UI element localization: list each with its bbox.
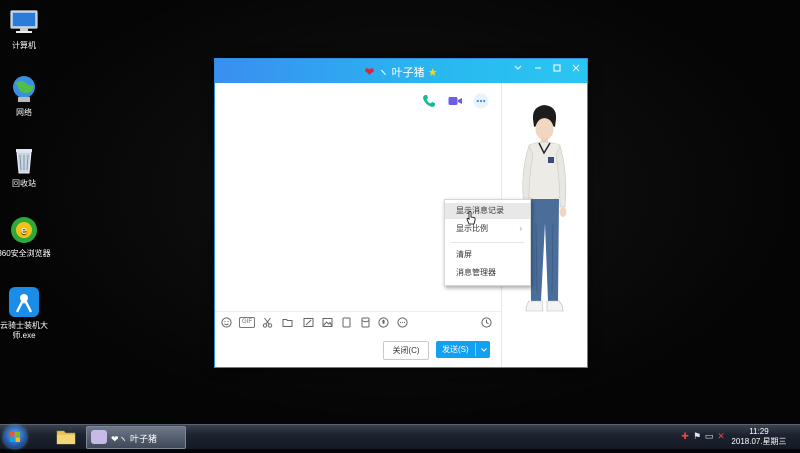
taskbar-task-label: ❤ヽ 叶子猪	[111, 434, 158, 444]
more-icon[interactable]	[473, 93, 489, 109]
menu-item-label: 消息管理器	[456, 268, 496, 277]
red-packet-icon[interactable]	[360, 317, 371, 328]
tray-app-icon[interactable]: ✚	[680, 431, 690, 441]
send-button-divider	[475, 343, 476, 356]
desktop-icon-label: 云骑士装机大师.exe	[0, 321, 48, 340]
close-button[interactable]: 关闭(C)	[383, 341, 429, 360]
clock-date: 2018.07.星期三	[731, 437, 787, 446]
menu-item-label: 显示消息记录	[456, 206, 504, 215]
desktop-icon-yunqishi[interactable]: 云骑士装机大师.exe	[0, 286, 56, 341]
minimize-icon[interactable]	[531, 63, 545, 77]
network-icon	[8, 73, 40, 105]
clock-time: 11:29	[749, 427, 769, 436]
send-button[interactable]: 发送(S)	[436, 341, 490, 358]
folder-icon[interactable]	[282, 317, 293, 328]
computer-icon	[8, 6, 40, 38]
input-toolbar: GIF	[215, 311, 501, 332]
menu-item-show-history[interactable]: 显示消息记录	[445, 203, 530, 219]
flag-icon[interactable]: ⚑	[692, 431, 702, 441]
video-icon[interactable]	[447, 93, 463, 109]
yunqishi-icon	[8, 286, 40, 318]
chat-title-text: ヽ 叶子猪	[377, 67, 425, 79]
desktop-icon-network[interactable]: 网络	[0, 73, 56, 118]
start-button[interactable]	[4, 426, 26, 448]
heart-icon: ❤	[364, 65, 375, 79]
gif-icon[interactable]: GIF	[239, 317, 255, 328]
desktop-icon-360-browser[interactable]: e 360安全浏览器	[0, 214, 56, 259]
send-button-label: 发送(S)	[442, 345, 469, 354]
desktop-icon-label: 计算机	[12, 41, 36, 50]
menu-item-label: 显示比例	[456, 224, 488, 233]
chat-window: ❤ ヽ 叶子猪 ★ GIF 关闭(C) 发送(S)	[214, 58, 588, 368]
windows-logo-icon	[10, 432, 20, 442]
menu-item-label: 清屏	[456, 250, 472, 259]
recycle-bin-icon	[8, 144, 40, 176]
phone-icon[interactable]	[421, 93, 437, 109]
battery-icon[interactable]: ▭	[704, 431, 714, 441]
desktop-icon-recycle-bin[interactable]: 回收站	[0, 144, 56, 189]
close-icon[interactable]	[569, 63, 583, 77]
star-icon: ★	[427, 67, 438, 79]
history-clock-icon[interactable]	[481, 317, 492, 328]
maximize-icon[interactable]	[550, 63, 564, 77]
chevron-down-icon[interactable]	[511, 63, 525, 77]
svg-text:e: e	[21, 225, 27, 237]
screen-icon[interactable]	[341, 317, 352, 328]
desktop-icon-label: 网络	[16, 108, 32, 117]
desktop-icon-label: 360安全浏览器	[0, 249, 51, 258]
menu-item-clear-screen[interactable]: 清屏	[445, 247, 530, 263]
voice-icon[interactable]	[378, 317, 389, 328]
taskbar: ❤ヽ 叶子猪 ✚ ⚑ ▭ ✕ 11:29 2018.07.星期三	[0, 424, 800, 449]
network-status-icon[interactable]: ✕	[716, 431, 726, 441]
file-explorer-taskbar-button[interactable]	[52, 427, 80, 447]
picture-icon[interactable]	[322, 317, 333, 328]
scissors-icon[interactable]	[262, 317, 273, 328]
chat-titlebar[interactable]: ❤ ヽ 叶子猪 ★	[215, 59, 587, 83]
taskbar-clock[interactable]: 11:29 2018.07.星期三	[726, 427, 792, 447]
more-circle-icon[interactable]	[397, 317, 408, 328]
browser-360-icon: e	[8, 214, 40, 246]
desktop-icon-computer[interactable]: 计算机	[0, 6, 56, 51]
folder-icon	[56, 430, 76, 445]
mouse-cursor-icon	[466, 211, 476, 225]
menu-item-message-manager[interactable]: 消息管理器	[445, 265, 530, 281]
taskbar-chat-window-button[interactable]: ❤ヽ 叶子猪	[86, 426, 186, 449]
context-menu: 显示消息记录 显示比例 › 清屏 消息管理器	[444, 199, 531, 286]
desktop-icon-label: 回收站	[12, 179, 36, 188]
emoji-icon[interactable]	[221, 317, 232, 328]
menu-item-zoom[interactable]: 显示比例 ›	[445, 221, 530, 237]
image-edit-icon[interactable]	[303, 317, 314, 328]
menu-divider	[451, 242, 524, 243]
send-options-chevron-icon[interactable]	[478, 341, 490, 361]
chevron-right-icon: ›	[519, 224, 522, 233]
qq-chat-avatar-icon	[91, 430, 107, 444]
desktop: 计算机 网络 回收站 e 360安全浏览器 云骑士装机大师.exe ❤ ヽ 叶子…	[0, 0, 800, 424]
